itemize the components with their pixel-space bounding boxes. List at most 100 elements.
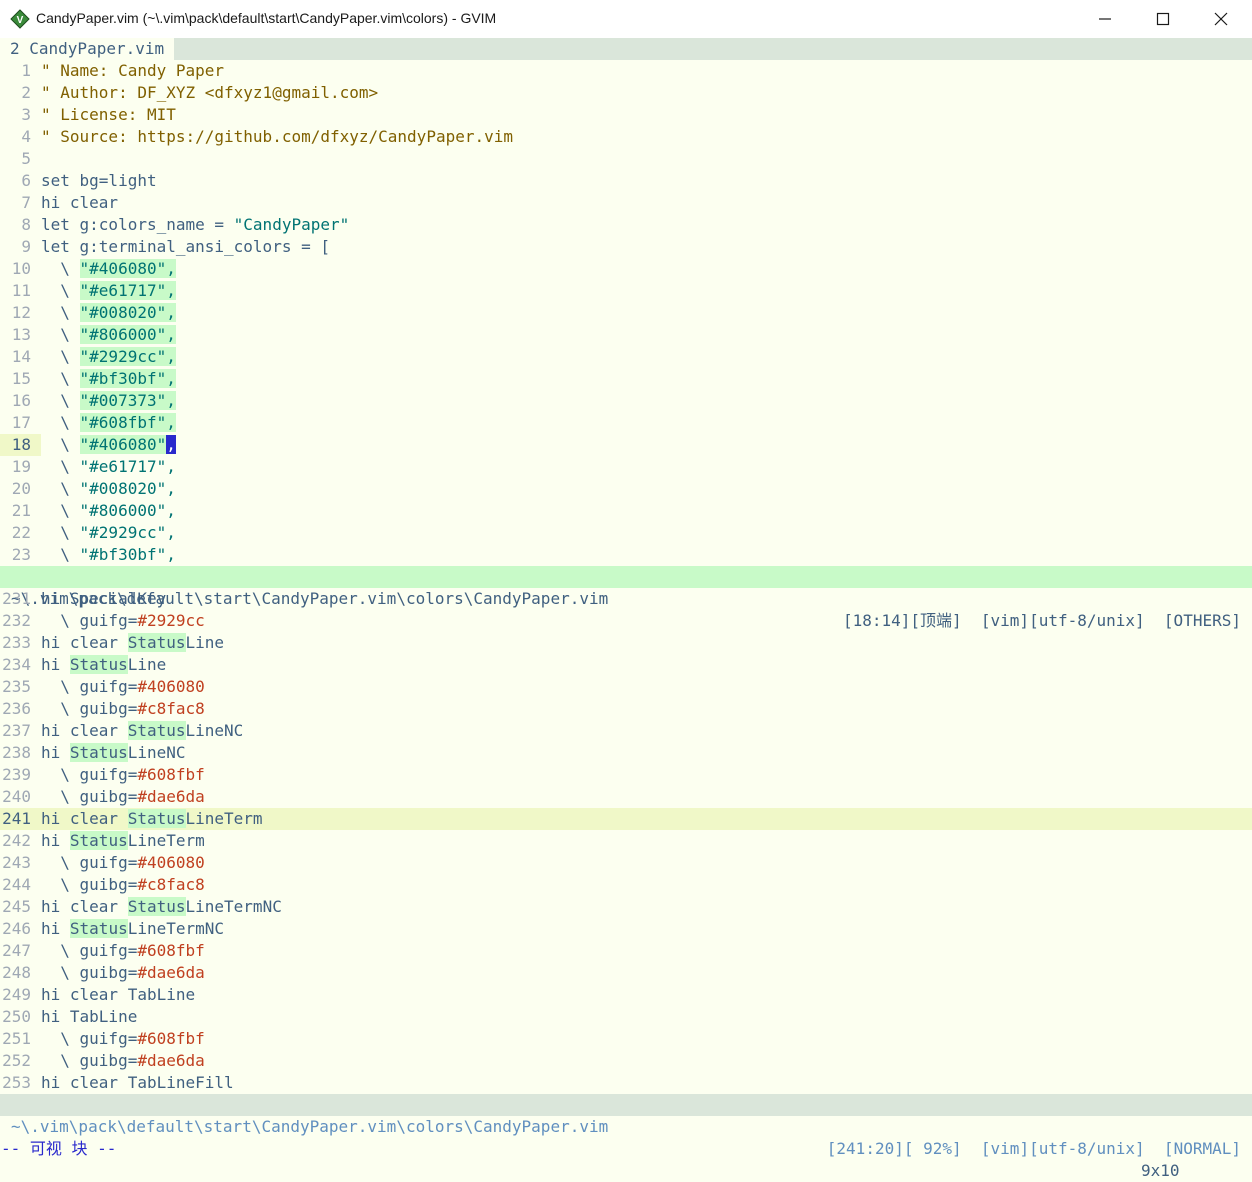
code-line[interactable]: 232 \ guifg=#2929cc	[0, 610, 1252, 632]
statusline-info: [241:20][ 92%] [vim][utf-8/unix] [NORMAL…	[826, 1139, 1241, 1158]
code-line[interactable]: 238 hi StatusLineNC	[0, 742, 1252, 764]
line-text: hi StatusLineTerm	[41, 831, 205, 850]
code-line[interactable]: 233 hi clear StatusLine	[0, 632, 1252, 654]
code-line[interactable]: 248 \ guibg=#dae6da	[0, 962, 1252, 984]
code-line[interactable]: 247 \ guifg=#608fbf	[0, 940, 1252, 962]
line-text: hi StatusLine	[41, 655, 167, 674]
code-line[interactable]: 250 hi TabLine	[0, 1006, 1252, 1028]
bottom-editor-window[interactable]: 231 hi SpecialKey 232 \ guifg=#2929cc 233 hi…	[0, 588, 1252, 1094]
line-number: 3	[21, 105, 31, 124]
line-number: 251	[2, 1029, 31, 1048]
code-line[interactable]: 7 hi clear	[0, 192, 1252, 214]
line-number: 16	[11, 391, 31, 410]
code-line[interactable]: 19 \ "#e61717",	[0, 456, 1252, 478]
code-line[interactable]: 9 let g:terminal_ansi_colors = [	[0, 236, 1252, 258]
minimize-button[interactable]	[1076, 0, 1134, 38]
line-number: 237	[2, 721, 31, 740]
line-text: let g:colors_name = "CandyPaper"	[41, 215, 350, 234]
code-line[interactable]: 23 \ "#bf30bf",	[0, 544, 1252, 566]
line-number: 236	[2, 699, 31, 718]
line-text: \ "#2929cc",	[41, 347, 176, 366]
code-line[interactable]: 231 hi SpecialKey	[0, 588, 1252, 610]
command-line[interactable]: -- 可视 块 -- 9x10	[0, 1116, 1252, 1180]
line-number: 7	[21, 193, 31, 212]
line-text: \ "#bf30bf",	[41, 545, 176, 564]
code-line[interactable]: 239 \ guifg=#608fbf	[0, 764, 1252, 786]
line-number: 12	[11, 303, 31, 322]
code-line[interactable]: 2 " Author: DF_XYZ <dfxyz1@gmail.com>	[0, 82, 1252, 104]
line-number: 19	[11, 457, 31, 476]
code-line[interactable]: 237 hi clear StatusLineNC	[0, 720, 1252, 742]
code-line[interactable]: 3 " License: MIT	[0, 104, 1252, 126]
line-text: hi clear StatusLineTerm	[41, 809, 263, 828]
line-number: 241	[2, 809, 31, 828]
code-line[interactable]: 236 \ guibg=#c8fac8	[0, 698, 1252, 720]
code-line[interactable]: 249 hi clear TabLine	[0, 984, 1252, 1006]
line-number: 10	[11, 259, 31, 278]
line-number: 247	[2, 941, 31, 960]
line-text: let g:terminal_ansi_colors = [	[41, 237, 330, 256]
code-line[interactable]: 253 hi clear TabLineFill	[0, 1072, 1252, 1094]
close-button[interactable]	[1192, 0, 1250, 38]
code-line[interactable]: 4 " Source: https://github.com/dfxyz/Cand…	[0, 126, 1252, 148]
line-text: \ guifg=#608fbf	[41, 941, 205, 960]
code-line[interactable]: 242 hi StatusLineTerm	[0, 830, 1252, 852]
tab-candypaper[interactable]: 2 CandyPaper.vim	[0, 38, 175, 60]
line-text: \ "#806000",	[41, 325, 176, 344]
line-text: \ "#e61717",	[41, 457, 176, 476]
code-line[interactable]: 6 set bg=light	[0, 170, 1252, 192]
line-number: 244	[2, 875, 31, 894]
code-line[interactable]: 240 \ guibg=#dae6da	[0, 786, 1252, 808]
code-line[interactable]: 18 \ "#406080",	[0, 434, 1252, 456]
code-line[interactable]: 15 \ "#bf30bf",	[0, 368, 1252, 390]
line-number: 252	[2, 1051, 31, 1070]
code-line[interactable]: 5	[0, 148, 1252, 170]
line-text: \ "#008020",	[41, 479, 176, 498]
line-text: \ "#007373",	[41, 391, 176, 410]
code-line[interactable]: 22 \ "#2929cc",	[0, 522, 1252, 544]
line-number: 17	[11, 413, 31, 432]
statusline-bottom: ~\.vim\pack\default\start\CandyPaper.vim…	[0, 1094, 1252, 1158]
code-line[interactable]: 11 \ "#e61717",	[0, 280, 1252, 302]
code-line[interactable]: 245 hi clear StatusLineTermNC	[0, 896, 1252, 918]
code-line[interactable]: 244 \ guibg=#c8fac8	[0, 874, 1252, 896]
line-number: 238	[2, 743, 31, 762]
code-line[interactable]: 16 \ "#007373",	[0, 390, 1252, 412]
line-number: 250	[2, 1007, 31, 1026]
code-line[interactable]: 20 \ "#008020",	[0, 478, 1252, 500]
line-number: 231	[2, 589, 31, 608]
line-number: 234	[2, 655, 31, 674]
line-number: 13	[11, 325, 31, 344]
close-icon	[1214, 12, 1228, 26]
code-line[interactable]: 10 \ "#406080",	[0, 258, 1252, 280]
code-line[interactable]: 17 \ "#608fbf",	[0, 412, 1252, 434]
line-text: \ guibg=#dae6da	[41, 787, 205, 806]
top-editor-window[interactable]: 1 " Name: Candy Paper 2 " Author: DF_XYZ <d…	[0, 60, 1252, 566]
line-text: \ guibg=#c8fac8	[41, 875, 205, 894]
line-text: " Author: DF_XYZ <dfxyz1@gmail.com>	[41, 83, 379, 102]
code-line[interactable]: 243 \ guifg=#406080	[0, 852, 1252, 874]
line-text: \ "#bf30bf",	[41, 369, 176, 388]
line-number: 14	[11, 347, 31, 366]
line-text: hi clear StatusLineTermNC	[41, 897, 282, 916]
line-number: 2	[21, 83, 31, 102]
code-line[interactable]: 8 let g:colors_name = "CandyPaper"	[0, 214, 1252, 236]
code-line[interactable]: 241 hi clear StatusLineTerm	[0, 808, 1252, 830]
code-line[interactable]: 14 \ "#2929cc",	[0, 346, 1252, 368]
code-line[interactable]: 1 " Name: Candy Paper	[0, 60, 1252, 82]
code-line[interactable]: 251 \ guifg=#608fbf	[0, 1028, 1252, 1050]
line-text: hi StatusLineNC	[41, 743, 186, 762]
line-number: 15	[11, 369, 31, 388]
code-line[interactable]: 252 \ guibg=#dae6da	[0, 1050, 1252, 1072]
line-text: set bg=light	[41, 171, 157, 190]
line-text: hi clear TabLineFill	[41, 1073, 234, 1092]
code-line[interactable]: 13 \ "#806000",	[0, 324, 1252, 346]
code-line[interactable]: 21 \ "#806000",	[0, 500, 1252, 522]
line-number: 20	[11, 479, 31, 498]
code-line[interactable]: 12 \ "#008020",	[0, 302, 1252, 324]
code-line[interactable]: 246 hi StatusLineTermNC	[0, 918, 1252, 940]
maximize-button[interactable]	[1134, 0, 1192, 38]
svg-text:V: V	[17, 15, 24, 26]
code-line[interactable]: 234 hi StatusLine	[0, 654, 1252, 676]
code-line[interactable]: 235 \ guifg=#406080	[0, 676, 1252, 698]
